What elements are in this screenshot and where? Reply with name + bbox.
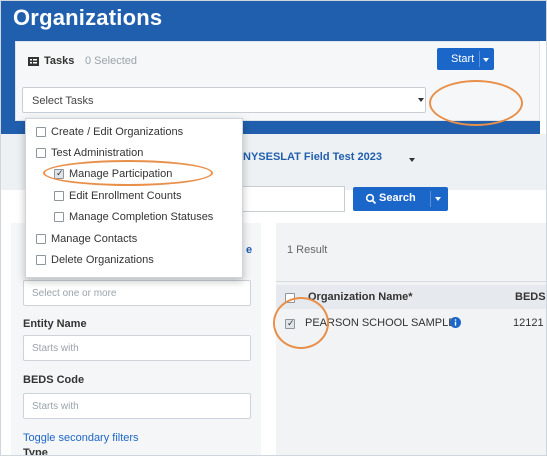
search-icon xyxy=(365,193,377,205)
checkmark-icon: ✓ xyxy=(287,318,295,328)
entity-name-field[interactable]: Starts with xyxy=(23,335,251,361)
type-label: Type xyxy=(23,447,48,456)
menu-item-label: Manage Completion Statuses xyxy=(69,211,214,223)
beds-code-placeholder: Starts with xyxy=(32,401,79,412)
start-split-divider xyxy=(479,51,480,67)
results-divider xyxy=(276,281,546,282)
tasks-label: Tasks xyxy=(44,55,75,67)
search-button-label: Search xyxy=(379,192,416,204)
menu-item-checkbox[interactable] xyxy=(54,212,64,223)
organization-type-placeholder: Select one or more xyxy=(32,288,117,299)
menu-item-checkbox[interactable] xyxy=(54,191,64,202)
start-button-label: Start xyxy=(451,53,475,65)
menu-item-manage-participation[interactable]: ✓ Manage Participation xyxy=(54,168,172,180)
entity-name-placeholder: Starts with xyxy=(32,343,79,354)
beds-code-cell: 12121 xyxy=(513,317,544,329)
admin-selector[interactable]: NYSESLAT Field Test 2023 xyxy=(243,151,382,163)
chevron-down-icon[interactable] xyxy=(418,98,424,102)
menu-item-manage-completion-statuses[interactable]: Manage Completion Statuses xyxy=(54,211,213,223)
column-header-beds[interactable]: BEDS xyxy=(515,291,546,303)
search-button[interactable]: Search xyxy=(353,187,448,211)
tasks-menu: Create / Edit Organizations Test Adminis… xyxy=(25,118,243,278)
results-panel xyxy=(276,223,546,455)
organization-name-cell[interactable]: PEARSON SCHOOL SAMPLE xyxy=(305,317,456,329)
header-divider xyxy=(540,41,546,134)
menu-item-label: Manage Participation xyxy=(69,168,173,180)
menu-item-checkbox[interactable] xyxy=(36,127,46,138)
checkmark-icon: ✓ xyxy=(56,168,64,179)
beds-code-field[interactable]: Starts with xyxy=(23,393,251,419)
menu-item-test-administration[interactable]: Test Administration xyxy=(36,147,143,159)
results-count: 1 Result xyxy=(287,244,328,256)
toggle-secondary-filters-link[interactable]: Toggle secondary filters xyxy=(23,432,139,444)
select-all-checkbox[interactable] xyxy=(285,293,295,303)
menu-item-edit-enrollment-counts[interactable]: Edit Enrollment Counts xyxy=(54,190,182,202)
menu-item-label: Test Administration xyxy=(51,147,144,159)
select-tasks-dropdown[interactable]: Select Tasks xyxy=(22,87,426,113)
tasks-icon xyxy=(28,57,39,66)
filter-panel-link[interactable]: e xyxy=(246,244,252,256)
search-split-divider xyxy=(430,191,431,207)
chevron-down-icon[interactable] xyxy=(409,158,415,162)
menu-item-checkbox[interactable] xyxy=(36,234,46,245)
start-button[interactable]: Start xyxy=(437,48,494,70)
organization-type-select[interactable]: Select one or more xyxy=(23,280,251,306)
entity-name-label: Entity Name xyxy=(23,318,87,330)
menu-item-checkbox[interactable]: ✓ xyxy=(54,168,64,180)
app-frame: Organizations Tasks 0 Selected Select Ta… xyxy=(0,0,547,456)
info-icon[interactable] xyxy=(450,317,461,328)
search-input[interactable] xyxy=(229,186,345,212)
beds-code-label: BEDS Code xyxy=(23,374,85,386)
menu-item-checkbox[interactable] xyxy=(36,148,46,159)
menu-item-label: Edit Enrollment Counts xyxy=(69,190,182,202)
chevron-down-icon[interactable] xyxy=(435,197,441,201)
menu-item-checkbox[interactable] xyxy=(36,255,46,266)
menu-item-manage-contacts[interactable]: Manage Contacts xyxy=(36,233,137,245)
menu-item-delete-organizations[interactable]: Delete Organizations xyxy=(36,254,154,266)
tasks-selected-count: 0 Selected xyxy=(85,55,137,67)
page-title: Organizations xyxy=(13,5,163,30)
column-header-organization-name[interactable]: Organization Name* xyxy=(308,291,413,303)
menu-item-create-edit-organizations[interactable]: Create / Edit Organizations xyxy=(36,126,183,138)
menu-item-label: Delete Organizations xyxy=(51,254,154,266)
chevron-down-icon[interactable] xyxy=(483,58,489,62)
menu-item-label: Create / Edit Organizations xyxy=(51,126,184,138)
menu-item-label: Manage Contacts xyxy=(51,233,138,245)
row-checkbox[interactable]: ✓ xyxy=(285,318,295,329)
select-tasks-placeholder: Select Tasks xyxy=(32,95,94,107)
